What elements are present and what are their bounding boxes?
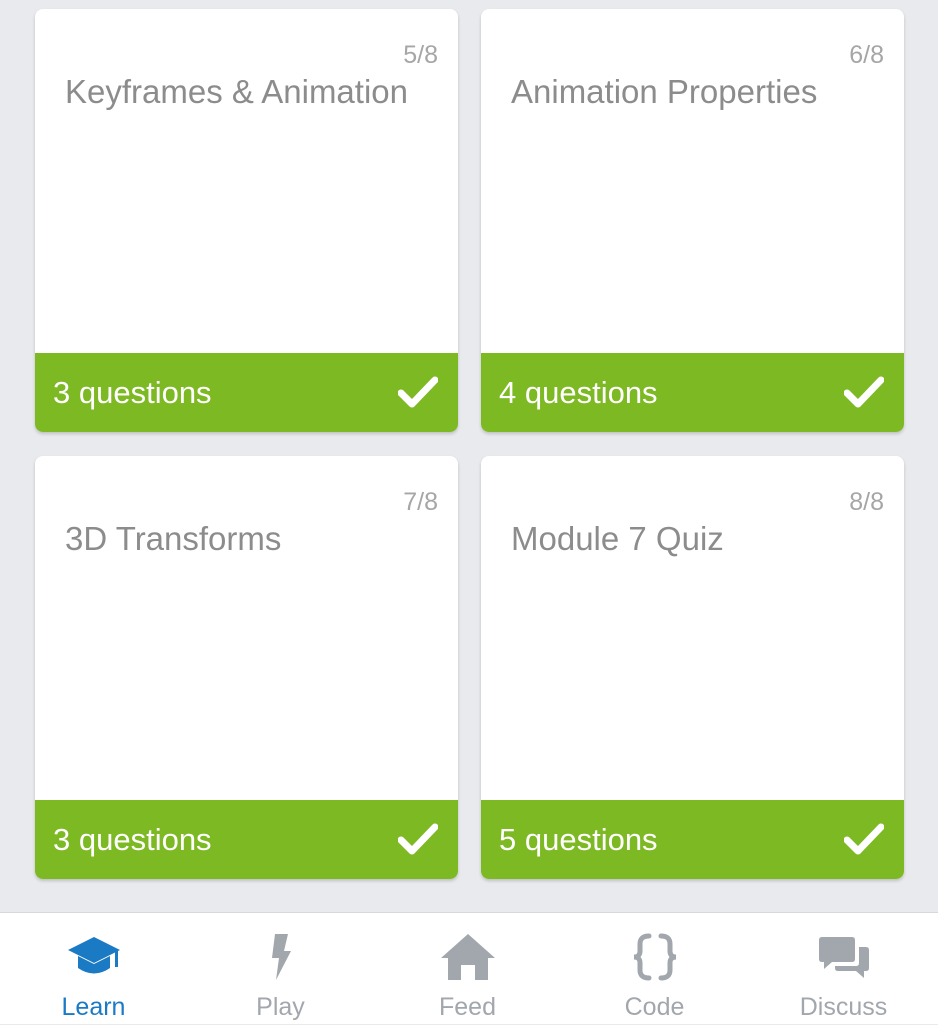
- chat-bubbles-icon: [818, 937, 869, 978]
- tab-label: Learn: [61, 993, 126, 1021]
- tab-learn[interactable]: Learn: [0, 913, 187, 1025]
- graduation-cap-icon: [67, 937, 120, 974]
- tab-label: Feed: [439, 993, 496, 1021]
- question-count: 3 questions: [53, 822, 212, 857]
- lesson-grid: 5/8 Keyframes & Animation 3 questions 6/…: [0, 0, 938, 912]
- lesson-card[interactable]: 7/8 3D Transforms 3 questions: [35, 456, 458, 879]
- lesson-card[interactable]: 8/8 Module 7 Quiz 5 questions: [481, 456, 904, 879]
- lesson-footer: 4 questions: [481, 353, 904, 432]
- tab-discuss[interactable]: Discuss: [750, 913, 937, 1025]
- tab-play[interactable]: Play: [187, 913, 374, 1025]
- lesson-title: Animation Properties: [511, 73, 818, 110]
- tab-label: Code: [624, 993, 685, 1021]
- lesson-counter: 6/8: [849, 41, 884, 69]
- tab-code[interactable]: Code: [561, 913, 748, 1025]
- lesson-footer: 3 questions: [35, 353, 458, 432]
- tab-label: Discuss: [799, 993, 888, 1021]
- lesson-card[interactable]: 5/8 Keyframes & Animation 3 questions: [35, 9, 458, 432]
- question-count: 3 questions: [53, 375, 212, 410]
- lightning-bolt-icon: [271, 934, 291, 980]
- lesson-card[interactable]: 6/8 Animation Properties 4 questions: [481, 9, 904, 432]
- lesson-title: Keyframes & Animation: [65, 73, 408, 110]
- checkmark-icon: [398, 376, 438, 408]
- curly-braces-icon: [633, 933, 676, 981]
- question-count: 4 questions: [499, 375, 658, 410]
- question-count: 5 questions: [499, 822, 658, 857]
- checkmark-icon: [844, 823, 884, 855]
- lesson-counter: 5/8: [403, 41, 438, 69]
- lesson-counter: 7/8: [403, 488, 438, 516]
- lesson-footer: 5 questions: [481, 800, 904, 879]
- lesson-title: 3D Transforms: [65, 520, 282, 557]
- checkmark-icon: [398, 823, 438, 855]
- checkmark-icon: [844, 376, 884, 408]
- tab-feed[interactable]: Feed: [374, 913, 561, 1025]
- lesson-counter: 8/8: [849, 488, 884, 516]
- tab-label: Play: [256, 993, 305, 1021]
- lesson-footer: 3 questions: [35, 800, 458, 879]
- bottom-tab-bar: Learn Play Feed Code Discuss: [0, 912, 938, 1024]
- home-icon: [440, 934, 495, 980]
- lesson-title: Module 7 Quiz: [511, 520, 724, 557]
